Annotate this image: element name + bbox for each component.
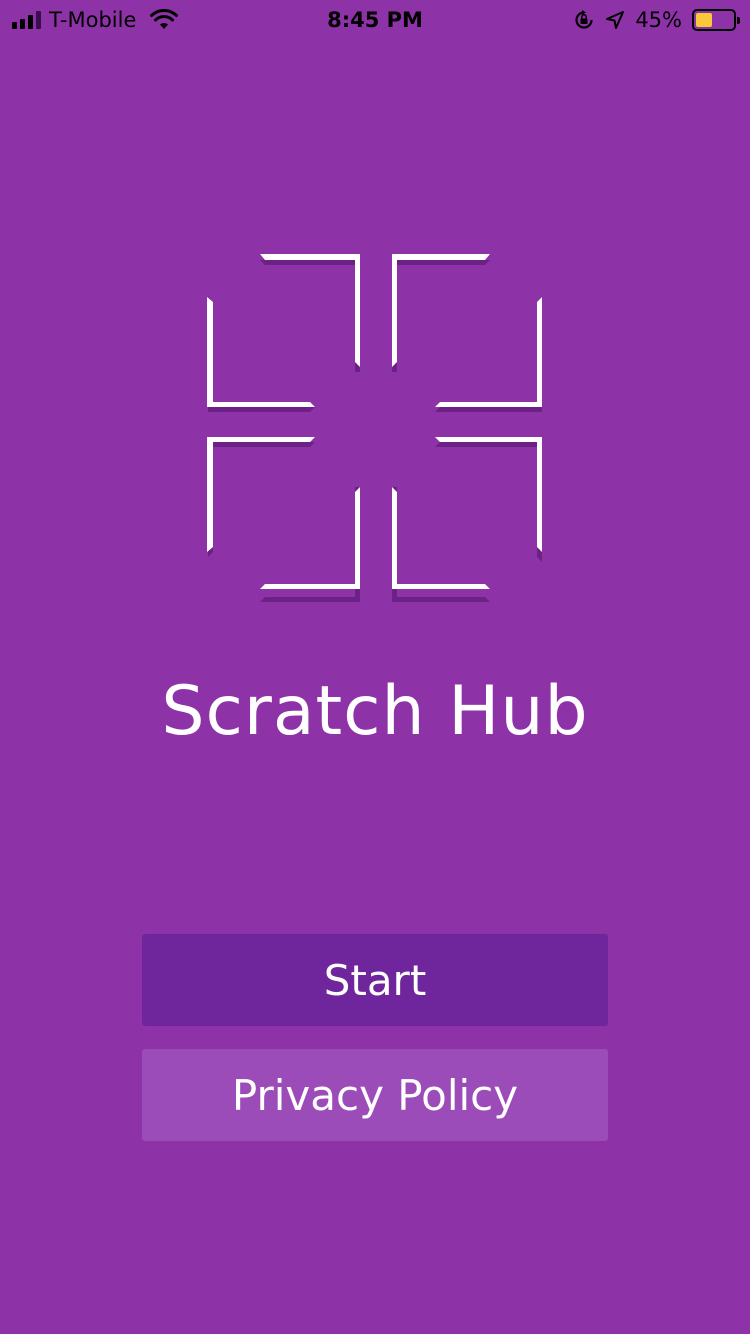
status-right: 45% (573, 7, 740, 33)
rotation-lock-icon (575, 10, 593, 29)
battery-icon (692, 9, 740, 31)
start-button[interactable]: Start (142, 934, 608, 1026)
status-bar: T-Mobile 8:45 PM 45% (0, 0, 750, 40)
location-icon (606, 11, 625, 29)
scratch-hub-logo-icon (207, 254, 542, 602)
privacy-policy-button[interactable]: Privacy Policy (142, 1049, 608, 1141)
battery-percent: 45% (635, 8, 682, 32)
app-title: Scratch Hub (161, 672, 589, 751)
battery-level (696, 13, 713, 27)
